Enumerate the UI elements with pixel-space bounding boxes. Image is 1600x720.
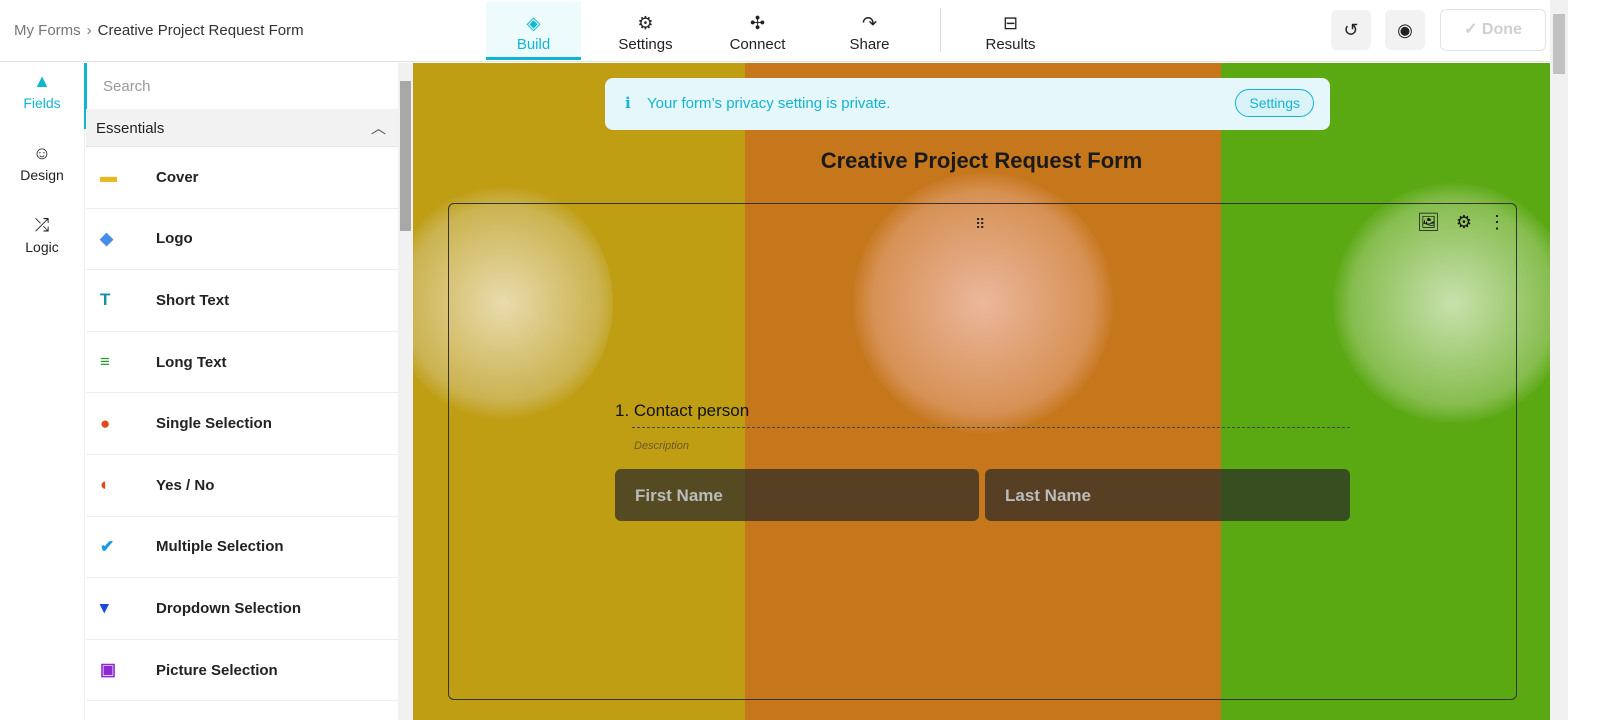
chevron-up-icon: ︿ [370,120,386,137]
share-arrow-icon: ↷ [861,13,878,33]
fields-panel: Search Essentials ︿ ▬ Cover ◆ Logo T Short Tex… [86,63,398,720]
inbox-icon: ⊟ [1002,13,1019,33]
search-input[interactable]: Search [86,63,398,109]
divider [940,8,941,52]
tab-label: Results [985,36,1036,53]
nav-logic[interactable]: ⤮ Logic [0,207,84,279]
field-label: Short Text [156,291,230,309]
history-icon: ↺ [1343,20,1359,40]
field-item[interactable]: ▬ Cover [86,147,398,209]
field-item[interactable]: ◆ Logo [86,209,398,271]
yin-yang-icon: ◐ [100,475,111,495]
puzzle-icon: ✣ [749,13,766,33]
shapes-icon: ▲ [33,71,51,91]
nav-label: Design [20,167,64,183]
tag-icon: ◆ [100,228,114,248]
field-label: Single Selection [156,415,272,433]
last-name-input[interactable]: Last Name [985,469,1350,521]
checkmark-icon: ✔ [100,536,115,556]
question-card[interactable]: ⠿ 🖼 ⚙ ⋮ 1. Contact person Description Firs… [448,203,1517,700]
more-vertical-icon[interactable]: ⋮ [1488,212,1506,232]
layers-icon: ◈ [526,13,541,33]
tab-label: Settings [618,36,673,53]
left-nav: ▲ Fields ☺ Design ⤮ Logic [0,63,85,720]
info-icon: i [625,94,631,112]
shuffle-icon: ⤮ [34,215,50,235]
nav-fields[interactable]: ▲ Fields [0,63,84,135]
tab-build[interactable]: ◈ Build [486,2,581,60]
field-item[interactable]: ▣ Picture Selection [86,640,398,702]
eye-icon: ◉ [1397,20,1413,40]
picture-icon: ▣ [100,660,117,680]
field-label: Picture Selection [156,661,278,679]
field-item[interactable]: ≡ Long Text [86,332,398,394]
tab-settings[interactable]: ⚙ Settings [598,2,693,60]
drag-handle-icon[interactable]: ⠿ [975,216,985,233]
tab-label: Share [849,36,890,53]
field-label: Cover [156,168,199,186]
field-label: Yes / No [156,476,215,494]
question-description[interactable]: Description [634,440,689,452]
tab-results[interactable]: ⊟ Results [963,2,1058,60]
history-button[interactable]: ↺ [1331,10,1371,50]
check-icon: ✓ [1464,21,1482,38]
nav-design[interactable]: ☺ Design [0,135,84,207]
field-label: Multiple Selection [156,538,284,556]
paragraph-icon: ≡ [100,352,110,372]
field-label: Dropdown Selection [156,599,302,617]
field-label: Logo [156,230,193,248]
question-title[interactable]: 1. Contact person [615,401,749,421]
form-title[interactable]: Creative Project Request Form [413,148,1550,174]
breadcrumb-separator: › [86,22,92,39]
section-title: Essentials [96,120,165,137]
tab-connect[interactable]: ✣ Connect [710,2,805,60]
breadcrumb-current: Creative Project Request Form [97,22,304,39]
field-item[interactable]: ▾ Dropdown Selection [86,578,398,640]
image-icon[interactable]: 🖼 [1417,212,1440,232]
panel-scrollbar[interactable] [398,63,413,720]
top-bar: My Forms › Creative Project Request Form ◈… [0,0,1550,62]
notice-text: Your form’s privacy setting is private. [647,95,891,112]
gear-icon[interactable]: ⚙ [1456,212,1472,232]
privacy-settings-button[interactable]: Settings [1235,89,1314,117]
done-button[interactable]: ✓ Done [1440,9,1546,51]
page-scrollbar[interactable] [1550,0,1568,720]
text-icon: T [100,290,111,310]
section-essentials[interactable]: Essentials ︿ [86,109,398,147]
divider [632,427,1350,428]
breadcrumb: My Forms › Creative Project Request Form [14,22,304,39]
cover-icon: ▬ [100,167,117,187]
first-name-input[interactable]: First Name [615,469,979,521]
palette-icon: ☺ [32,143,52,163]
preview-button[interactable]: ◉ [1385,10,1425,50]
tab-share[interactable]: ↷ Share [822,2,917,60]
radio-check-icon: ● [100,413,111,433]
nav-label: Logic [25,239,59,255]
privacy-notice: i Your form’s privacy setting is private… [605,78,1330,130]
field-item[interactable]: ✔ Multiple Selection [86,517,398,579]
tab-label: Build [516,36,551,53]
tab-label: Connect [729,36,786,53]
field-item[interactable]: T Short Text [86,270,398,332]
gear-icon: ⚙ [637,13,654,33]
nav-label: Fields [23,95,61,111]
field-item[interactable]: ● Single Selection [86,393,398,455]
caret-down-icon: ▾ [100,598,109,618]
field-label: Long Text [156,353,227,371]
field-item[interactable]: ◐ Yes / No [86,455,398,517]
done-label: Done [1481,21,1522,38]
breadcrumb-my-forms[interactable]: My Forms [14,22,81,39]
form-canvas: i Your form’s privacy setting is private… [413,63,1550,720]
